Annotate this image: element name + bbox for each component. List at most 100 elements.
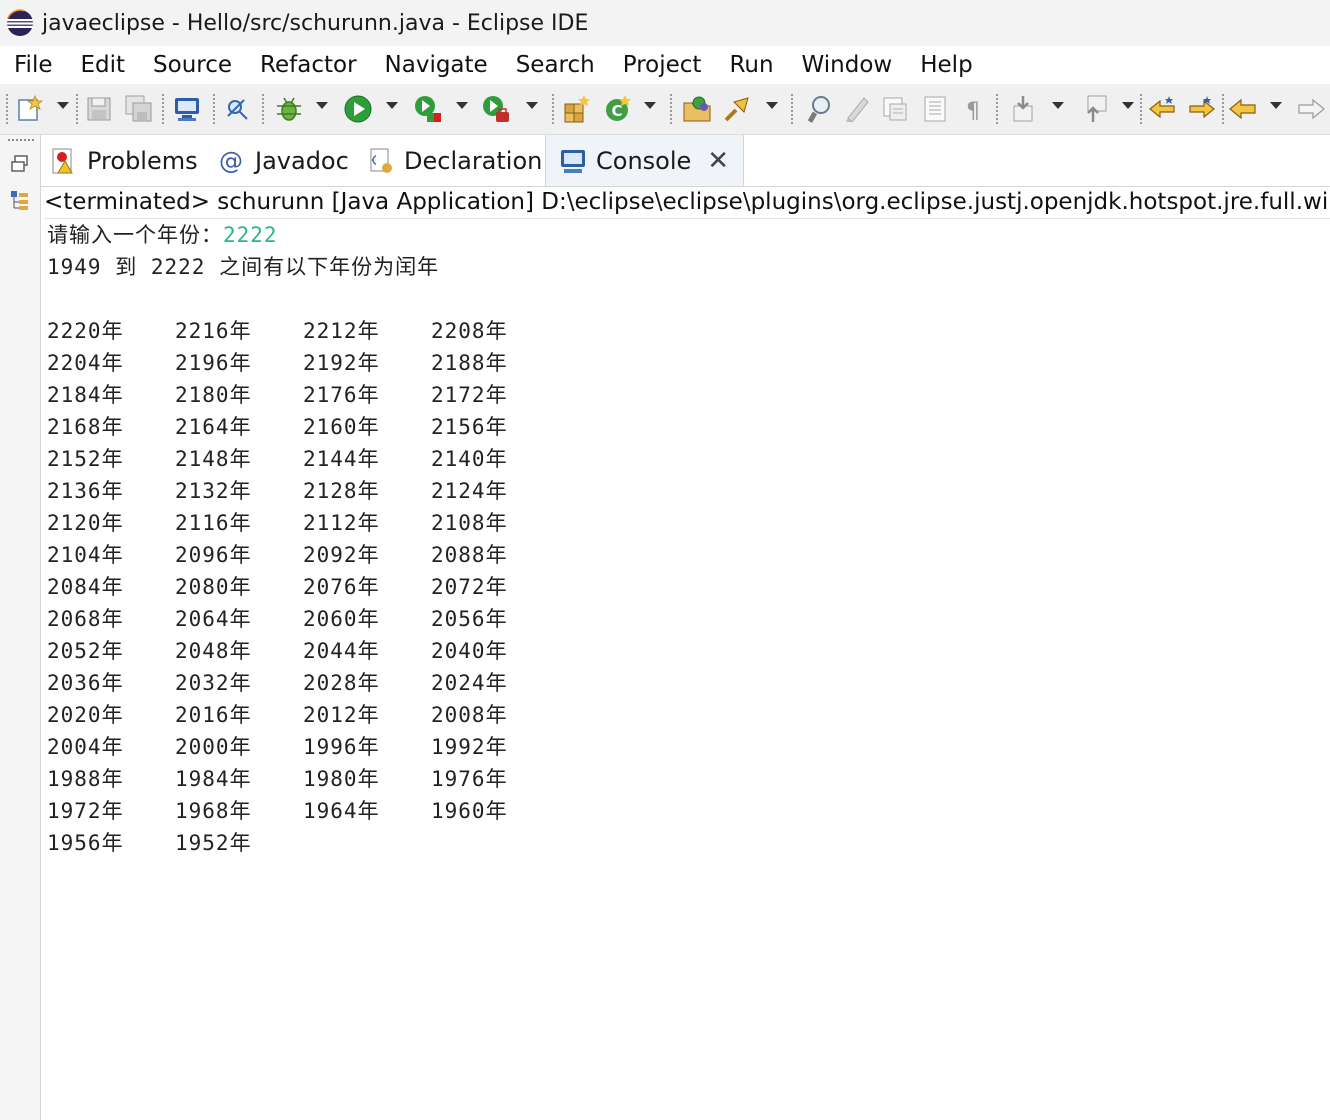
tab-declaration[interactable]: Declaration bbox=[366, 135, 542, 186]
leap-year-cell: 2016年 bbox=[175, 703, 252, 727]
toggle-mark-occurrences-icon[interactable] bbox=[842, 94, 872, 124]
toggle-block-selection-icon[interactable] bbox=[880, 94, 910, 124]
menu-edit[interactable]: Edit bbox=[67, 52, 140, 78]
svg-text:¶: ¶ bbox=[966, 99, 980, 124]
save-all-icon[interactable] bbox=[124, 94, 154, 124]
run-dropdown-arrow[interactable] bbox=[386, 102, 398, 109]
leap-year-row: 2084年 2080年 2076年 2072年 bbox=[47, 571, 1327, 603]
menu-file[interactable]: File bbox=[0, 52, 67, 78]
leap-year-cell: 2068年 bbox=[47, 607, 124, 631]
open-type-icon[interactable] bbox=[682, 94, 712, 124]
open-console-icon[interactable] bbox=[172, 94, 202, 124]
menu-run[interactable]: Run bbox=[715, 52, 787, 78]
leap-year-row: 2152年 2148年 2144年 2140年 bbox=[47, 443, 1327, 475]
toolbar-separator bbox=[1140, 94, 1142, 124]
debug-icon[interactable] bbox=[274, 94, 304, 124]
leap-year-row: 1972年 1968年 1964年 1960年 bbox=[47, 795, 1327, 827]
new-wizard-icon[interactable] bbox=[15, 94, 45, 124]
leap-year-cell: 2196年 bbox=[175, 351, 252, 375]
leap-year-cell: 1988年 bbox=[47, 767, 124, 791]
toolbar-separator bbox=[162, 94, 164, 124]
back-icon[interactable] bbox=[1228, 94, 1258, 124]
external-tools-dropdown-arrow[interactable] bbox=[526, 102, 538, 109]
tab-javadoc[interactable]: @ Javadoc bbox=[219, 135, 349, 186]
leap-year-row: 2184年 2180年 2176年 2172年 bbox=[47, 379, 1327, 411]
show-whitespace-icon[interactable]: ¶ bbox=[958, 94, 988, 124]
leap-year-cell: 1980年 bbox=[303, 767, 380, 791]
menu-project[interactable]: Project bbox=[609, 52, 716, 78]
skip-breakpoints-icon[interactable] bbox=[222, 94, 252, 124]
console-output[interactable]: 请输入一个年份：2222 1949 到 2222 之间有以下年份为闰年 2220… bbox=[47, 219, 1327, 1119]
toggle-word-wrap-icon[interactable] bbox=[920, 94, 950, 124]
restore-view-icon[interactable] bbox=[9, 153, 31, 175]
leap-year-cell: 2168年 bbox=[47, 415, 124, 439]
leap-year-cell: 2108年 bbox=[431, 511, 508, 535]
leap-year-list: 2220年 2216年 2212年 2208年 2204年 2196年 2192年 2188年… bbox=[47, 315, 1327, 859]
leap-year-cell: 2184年 bbox=[47, 383, 124, 407]
leap-year-row: 2068年 2064年 2060年 2056年 bbox=[47, 603, 1327, 635]
debug-dropdown-arrow[interactable] bbox=[316, 102, 328, 109]
leap-year-cell: 2156年 bbox=[431, 415, 508, 439]
menu-bar: File Edit Source Refactor Navigate Searc… bbox=[0, 46, 1330, 84]
leap-year-cell: 2080年 bbox=[175, 575, 252, 599]
tab-console[interactable]: Console ✕ bbox=[545, 135, 745, 186]
leap-year-cell: 2044年 bbox=[303, 639, 380, 663]
leap-year-cell: 2164年 bbox=[175, 415, 252, 439]
leap-year-cell: 2064年 bbox=[175, 607, 252, 631]
next-annotation-dropdown-arrow[interactable] bbox=[1052, 102, 1064, 109]
new-java-class-icon[interactable]: C bbox=[603, 94, 633, 124]
coverage-icon[interactable] bbox=[413, 94, 443, 124]
last-edit-location-icon[interactable] bbox=[1148, 94, 1178, 124]
leap-year-row: 2136年 2132年 2128年 2124年 bbox=[47, 475, 1327, 507]
menu-window[interactable]: Window bbox=[788, 52, 907, 78]
run-icon[interactable] bbox=[343, 94, 373, 124]
leap-year-cell: 1992年 bbox=[431, 735, 508, 759]
tab-problems[interactable]: Problems bbox=[49, 135, 198, 186]
previous-annotation-icon[interactable] bbox=[1080, 94, 1110, 124]
open-task-icon[interactable] bbox=[722, 94, 752, 124]
leap-year-row: 2004年 2000年 1996年 1992年 bbox=[47, 731, 1327, 763]
leap-year-cell: 2072年 bbox=[431, 575, 508, 599]
leap-year-cell: 2112年 bbox=[303, 511, 380, 535]
leap-year-cell: 2136年 bbox=[47, 479, 124, 503]
next-edit-location-icon[interactable] bbox=[1186, 94, 1216, 124]
javadoc-icon: @ bbox=[219, 146, 243, 175]
forward-icon[interactable] bbox=[1296, 94, 1326, 124]
leap-year-cell: 2192年 bbox=[303, 351, 380, 375]
save-icon[interactable] bbox=[84, 94, 114, 124]
package-explorer-icon[interactable] bbox=[9, 189, 31, 211]
title-bar: javaeclipse - Hello/src/schurunn.java - … bbox=[0, 0, 1330, 46]
open-task-dropdown-arrow[interactable] bbox=[766, 102, 778, 109]
trim-grip[interactable] bbox=[8, 139, 34, 141]
leap-year-cell: 2212年 bbox=[303, 319, 380, 343]
toolbar-separator bbox=[262, 94, 264, 124]
leap-year-cell: 2132年 bbox=[175, 479, 252, 503]
leap-year-row: 2052年 2048年 2044年 2040年 bbox=[47, 635, 1327, 667]
new-java-package-icon[interactable] bbox=[562, 94, 592, 124]
leap-year-cell: 2084年 bbox=[47, 575, 124, 599]
new-dropdown-arrow[interactable] bbox=[57, 102, 69, 109]
leap-year-cell: 2188年 bbox=[431, 351, 508, 375]
leap-year-row: 2220年 2216年 2212年 2208年 bbox=[47, 315, 1327, 347]
coverage-dropdown-arrow[interactable] bbox=[456, 102, 468, 109]
close-icon[interactable]: ✕ bbox=[707, 146, 729, 176]
back-dropdown-arrow[interactable] bbox=[1270, 102, 1282, 109]
new-class-dropdown-arrow[interactable] bbox=[644, 102, 656, 109]
toolbar-separator bbox=[6, 94, 8, 124]
toolbar-separator bbox=[1222, 94, 1224, 124]
next-annotation-icon[interactable] bbox=[1010, 94, 1040, 124]
menu-refactor[interactable]: Refactor bbox=[246, 52, 370, 78]
leap-year-cell: 2160年 bbox=[303, 415, 380, 439]
previous-annotation-dropdown-arrow[interactable] bbox=[1122, 102, 1134, 109]
search-icon[interactable] bbox=[804, 94, 834, 124]
eclipse-logo-icon bbox=[6, 9, 34, 37]
leap-year-cell: 2048年 bbox=[175, 639, 252, 663]
menu-help[interactable]: Help bbox=[906, 52, 986, 78]
leap-year-cell: 2220年 bbox=[47, 319, 124, 343]
external-tools-icon[interactable] bbox=[481, 94, 511, 124]
toolbar-separator bbox=[213, 94, 215, 124]
menu-navigate[interactable]: Navigate bbox=[371, 52, 502, 78]
menu-search[interactable]: Search bbox=[502, 52, 609, 78]
menu-source[interactable]: Source bbox=[139, 52, 246, 78]
